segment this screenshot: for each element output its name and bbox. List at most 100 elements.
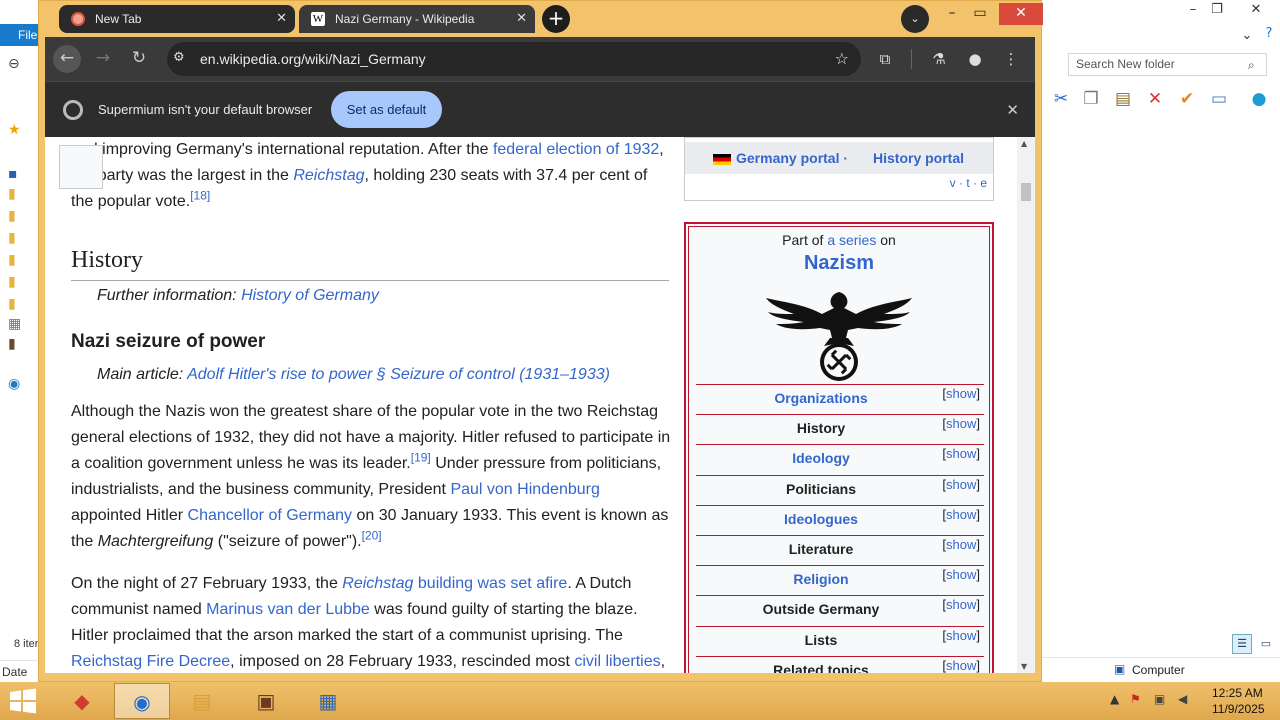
bookmark-star-icon[interactable]: ☆	[835, 42, 849, 76]
scroll-down-icon[interactable]: ▼	[1021, 662, 1027, 671]
show-link[interactable]: show	[946, 446, 976, 461]
profile-icon[interactable]: ●	[961, 45, 989, 73]
tab-search-button[interactable]: ⌄	[901, 5, 929, 33]
show-link[interactable]: show	[946, 597, 976, 612]
minimize-button[interactable]: –	[937, 3, 967, 25]
link-federal-election-1932[interactable]: federal election of 1932	[493, 141, 659, 158]
set-default-button[interactable]: Set as default	[331, 91, 442, 128]
sidebar-show-toggle[interactable]: [show]	[942, 628, 980, 643]
explorer-close-button[interactable]: ✕	[1234, 0, 1278, 22]
back-circle-icon[interactable]: ⊖	[8, 56, 28, 74]
link-reichstag-fire-decree[interactable]: Reichstag Fire Decree	[71, 653, 230, 670]
tab-new-tab[interactable]: New Tab ✕	[59, 5, 295, 33]
help-icon[interactable]: ?	[1252, 24, 1280, 46]
sidebar-show-toggle[interactable]: [show]	[942, 658, 980, 673]
link-reichstag-fire[interactable]: building was set afire	[413, 575, 567, 592]
sidebar-row-politicians[interactable]: Politicians [show]	[696, 474, 984, 505]
taskbar-image-app-icon[interactable]: ▣	[238, 683, 294, 719]
sidebar-show-toggle[interactable]: [show]	[942, 597, 980, 612]
show-link[interactable]: show	[946, 537, 976, 552]
link-civil-liberties[interactable]: civil liberties	[574, 653, 660, 670]
link-history-of-germany[interactable]: History of Germany	[241, 287, 379, 304]
labs-flask-icon[interactable]: ⚗	[925, 45, 953, 73]
sidebar-row-label[interactable]: Organizations	[696, 390, 946, 406]
sidebar-show-toggle[interactable]: [show]	[942, 507, 980, 522]
infobar-close-icon[interactable]: ✕	[1006, 82, 1019, 138]
taskbar-explorer-icon[interactable]: ▤	[174, 683, 230, 719]
sidebar-title-nazism[interactable]: Nazism	[686, 252, 992, 275]
sidebar-row-literature[interactable]: Literature [show]	[696, 535, 984, 565]
folder-icon[interactable]: ▮	[8, 274, 28, 292]
sidebar-row-history[interactable]: History [show]	[696, 414, 984, 444]
sidebar-show-toggle[interactable]: [show]	[942, 567, 980, 582]
show-link[interactable]: show	[946, 628, 976, 643]
copy-icon[interactable]: ❐	[1080, 88, 1102, 110]
address-bar[interactable]: ⚙ en.wikipedia.org/wiki/Nazi_Germany ☆	[167, 42, 861, 76]
show-link[interactable]: show	[946, 507, 976, 522]
link-hitlers-rise-to-power[interactable]: Adolf Hitler's rise to power § Seizure o…	[187, 366, 610, 383]
show-hidden-icons[interactable]: ▲	[1110, 692, 1119, 706]
scrollbar-thumb[interactable]	[1021, 183, 1031, 201]
sidebar-row-ideologues[interactable]: Ideologues [show]	[696, 504, 984, 535]
cut-icon[interactable]: ✂	[1050, 88, 1072, 110]
network-icon[interactable]: ▣	[1154, 692, 1165, 706]
link-germany-portal[interactable]: Germany portal	[736, 150, 839, 166]
sidebar-row-related-topics[interactable]: Related topics [show]	[696, 655, 984, 673]
favorites-star-icon[interactable]: ★	[8, 122, 28, 140]
large-icons-view-icon[interactable]: ▭	[1256, 634, 1276, 654]
start-windows-icon[interactable]	[8, 688, 38, 714]
reference-20[interactable]: [20]	[362, 529, 382, 543]
show-link[interactable]: show	[946, 386, 976, 401]
taskbar-app-red-icon[interactable]: ◆	[54, 683, 110, 719]
show-link[interactable]: show	[946, 416, 976, 431]
page-scrollbar[interactable]: ▲ ▼	[1017, 137, 1035, 673]
sidebar-show-toggle[interactable]: [show]	[942, 477, 980, 492]
explorer-maximize-button[interactable]: ❐	[1200, 0, 1234, 22]
sidebar-row-religion[interactable]: Religion [show]	[696, 565, 984, 595]
sidebar-show-toggle[interactable]: [show]	[942, 446, 980, 461]
vte-links[interactable]: v · t · e	[950, 176, 987, 190]
volume-muted-icon[interactable]: ◀	[1178, 692, 1187, 706]
delete-icon[interactable]: ✕	[1144, 88, 1166, 110]
paste-icon[interactable]: ▤	[1112, 88, 1134, 110]
folder-icon[interactable]: ▮	[8, 208, 28, 226]
drive-icon[interactable]: ▮	[8, 336, 28, 354]
sidebar-row-label[interactable]: Religion	[696, 571, 946, 587]
computer-icon[interactable]: ▪	[8, 166, 28, 184]
sidebar-row-outside-germany[interactable]: Outside Germany [show]	[696, 595, 984, 625]
drive-icon[interactable]: ▦	[8, 316, 28, 334]
show-link[interactable]: show	[946, 567, 976, 582]
sidebar-show-toggle[interactable]: [show]	[942, 537, 980, 552]
link-a-series[interactable]: a series	[827, 232, 876, 248]
link-reichstag-building[interactable]: Reichstag	[342, 575, 413, 592]
new-tab-button[interactable]: +	[542, 5, 570, 33]
extensions-icon[interactable]: ⧉	[871, 45, 899, 73]
sidebar-show-toggle[interactable]: [show]	[942, 416, 980, 431]
eagle-emblem-image[interactable]	[764, 284, 914, 382]
close-window-button[interactable]: ✕	[999, 3, 1043, 25]
folder-icon[interactable]: ▮	[8, 186, 28, 204]
forward-button[interactable]: →	[89, 45, 117, 73]
reload-button[interactable]: ↻	[125, 45, 153, 73]
maximize-button[interactable]: ▭	[965, 3, 995, 25]
url-text[interactable]: en.wikipedia.org/wiki/Nazi_Germany	[200, 42, 426, 76]
reference-18[interactable]: [18]	[190, 189, 210, 203]
show-link[interactable]: show	[946, 658, 976, 673]
taskbar-browser-icon[interactable]: ◉	[114, 683, 170, 719]
folder-icon[interactable]: ▮	[8, 252, 28, 270]
site-info-icon[interactable]: ⚙	[173, 50, 185, 65]
clock-time[interactable]: 12:25 AM	[1212, 686, 1263, 700]
menu-icon[interactable]: ⋮	[997, 45, 1025, 73]
show-link[interactable]: show	[946, 477, 976, 492]
tab-wikipedia[interactable]: W Nazi Germany - Wikipedia ✕	[299, 5, 535, 33]
sidebar-row-lists[interactable]: Lists [show]	[696, 625, 984, 656]
sidebar-row-organizations[interactable]: Organizations [show]	[696, 384, 984, 414]
folder-icon[interactable]: ▮	[8, 230, 28, 248]
explorer-file-menu[interactable]: File	[0, 24, 40, 46]
back-button[interactable]: ←	[53, 45, 81, 73]
date-created-column[interactable]: Date cr	[0, 660, 40, 693]
sidebar-row-ideology[interactable]: Ideology [show]	[696, 444, 984, 474]
search-icon[interactable]: ⌕	[1248, 58, 1255, 73]
link-reichstag[interactable]: Reichstag	[293, 167, 364, 184]
sidebar-show-toggle[interactable]: [show]	[942, 386, 980, 401]
